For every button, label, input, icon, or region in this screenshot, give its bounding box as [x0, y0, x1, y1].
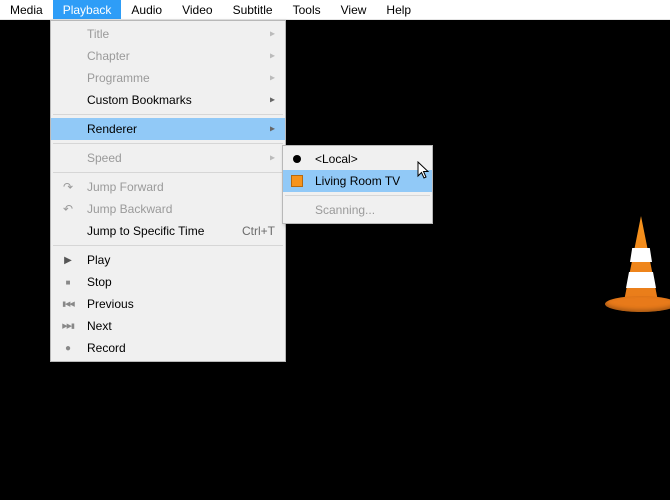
- menu-separator: [285, 195, 430, 196]
- menuitem-title[interactable]: Title▸: [51, 23, 285, 45]
- renderer-scanning: Scanning...: [283, 199, 432, 221]
- submenu-arrow-icon: ▸: [270, 95, 275, 106]
- menuitem-jump-forward[interactable]: ↷Jump Forward: [51, 176, 285, 198]
- submenu-arrow-icon: ▸: [270, 124, 275, 135]
- menuitem-previous[interactable]: ▮◀◀Previous: [51, 293, 285, 315]
- menu-help[interactable]: Help: [376, 0, 421, 19]
- menuitem-next[interactable]: ▶▶▮Next: [51, 315, 285, 337]
- play-icon: ▶: [61, 255, 75, 266]
- menu-playback[interactable]: Playback: [53, 0, 122, 19]
- shortcut-label: Ctrl+T: [242, 224, 275, 238]
- menuitem-jump-backward[interactable]: ↶Jump Backward: [51, 198, 285, 220]
- menu-media[interactable]: Media: [0, 0, 53, 19]
- menubar: Media Playback Audio Video Subtitle Tool…: [0, 0, 670, 20]
- menuitem-programme[interactable]: Programme▸: [51, 67, 285, 89]
- submenu-arrow-icon: ▸: [270, 73, 275, 84]
- menu-separator: [53, 245, 283, 246]
- renderer-option-local[interactable]: <Local>: [283, 148, 432, 170]
- submenu-arrow-icon: ▸: [270, 51, 275, 62]
- submenu-arrow-icon: ▸: [270, 153, 275, 164]
- menuitem-chapter[interactable]: Chapter▸: [51, 45, 285, 67]
- menu-separator: [53, 172, 283, 173]
- menuitem-speed[interactable]: Speed▸: [51, 147, 285, 169]
- next-icon: ▶▶▮: [61, 322, 75, 330]
- record-icon: ●: [61, 343, 75, 354]
- menu-separator: [53, 114, 283, 115]
- menu-view[interactable]: View: [331, 0, 377, 19]
- playback-dropdown: Title▸ Chapter▸ Programme▸ Custom Bookma…: [50, 20, 286, 362]
- menuitem-record[interactable]: ●Record: [51, 337, 285, 359]
- radio-dot-icon: [293, 155, 301, 163]
- menuitem-jump-to-time[interactable]: Jump to Specific TimeCtrl+T: [51, 220, 285, 242]
- menu-subtitle[interactable]: Subtitle: [223, 0, 283, 19]
- menu-audio[interactable]: Audio: [121, 0, 172, 19]
- menu-separator: [53, 143, 283, 144]
- stop-icon: ■: [61, 278, 75, 287]
- menu-tools[interactable]: Tools: [283, 0, 331, 19]
- vlc-cone-logo: [605, 208, 670, 312]
- menuitem-renderer[interactable]: Renderer▸: [51, 118, 285, 140]
- menu-video[interactable]: Video: [172, 0, 222, 19]
- submenu-arrow-icon: ▸: [270, 29, 275, 40]
- previous-icon: ▮◀◀: [61, 300, 75, 308]
- jump-forward-icon: ↷: [61, 180, 75, 194]
- menuitem-custom-bookmarks[interactable]: Custom Bookmarks▸: [51, 89, 285, 111]
- menuitem-stop[interactable]: ■Stop: [51, 271, 285, 293]
- jump-backward-icon: ↶: [61, 202, 75, 216]
- renderer-submenu: <Local> Living Room TV Scanning...: [282, 145, 433, 224]
- renderer-device-icon: [291, 175, 303, 187]
- renderer-option-living-room-tv[interactable]: Living Room TV: [283, 170, 432, 192]
- menuitem-play[interactable]: ▶Play: [51, 249, 285, 271]
